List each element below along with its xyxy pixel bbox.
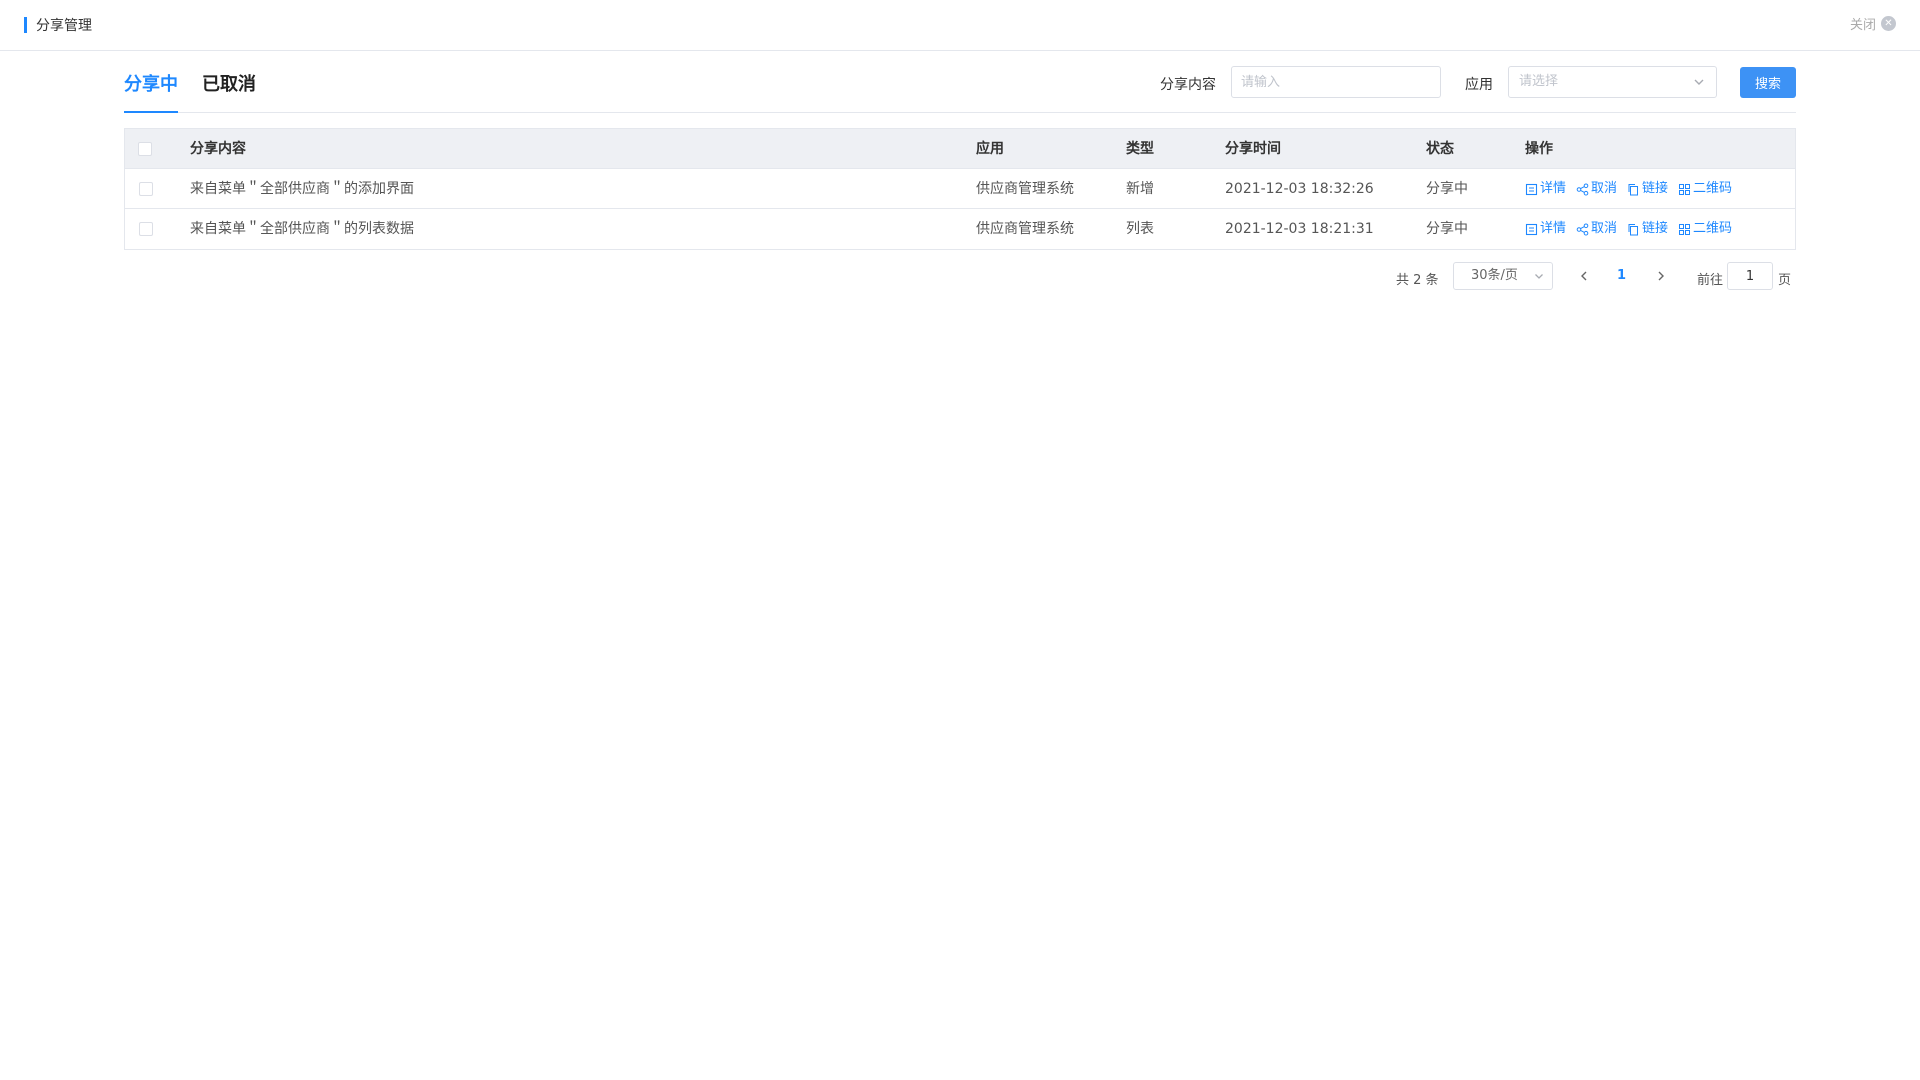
detail-link[interactable]: 详情 [1525,169,1566,209]
column-header-time: 分享时间 [1225,141,1281,157]
detail-link[interactable]: 详情 [1525,209,1566,249]
total-count: 共 2 条 [1396,273,1439,288]
close-icon[interactable]: ✕ [1881,16,1896,31]
page-title: 分享管理 [36,18,92,34]
column-header-actions: 操作 [1525,141,1553,157]
copy-link[interactable]: 链接 [1627,209,1668,249]
page-number-current[interactable]: 1 [1617,268,1626,283]
row-content: 来自菜单＂全部供应商＂的列表数据 [190,221,414,237]
title-accent-bar [24,17,27,33]
select-all-checkbox[interactable] [138,142,152,156]
cancel-label: 取消 [1591,181,1618,196]
close-button[interactable]: 关闭 ✕ [1850,14,1896,33]
detail-icon [1525,223,1538,235]
row-time: 2021-12-03 18:21:31 [1225,221,1374,237]
cancel-share-link[interactable]: 取消 [1576,169,1617,209]
row-app: 供应商管理系统 [976,221,1074,237]
page-size-value: 30条/页 [1471,268,1518,283]
app-filter-label: 应用 [1465,77,1493,93]
qrcode-link[interactable]: 二维码 [1678,169,1732,209]
link-label: 链接 [1642,181,1669,196]
chevron-down-icon [1694,79,1704,85]
row-status: 分享中 [1426,181,1468,197]
row-status: 分享中 [1426,221,1468,237]
link-label: 链接 [1642,221,1669,236]
row-type: 列表 [1126,221,1154,237]
row-time: 2021-12-03 18:32:26 [1225,181,1374,197]
detail-label: 详情 [1540,221,1567,236]
qrcode-label: 二维码 [1693,221,1733,236]
app-select[interactable]: 请选择 [1508,66,1717,98]
top-bar: 分享管理 关闭 ✕ [0,0,1920,51]
content-search-input[interactable] [1231,66,1441,98]
qrcode-icon [1679,223,1691,235]
tab-sharing[interactable]: 分享中 [124,70,178,113]
close-label: 关闭 [1849,18,1876,33]
table-row: 来自菜单＂全部供应商＂的列表数据 供应商管理系统 列表 2021-12-03 1… [125,209,1795,249]
cancel-label: 取消 [1591,221,1618,236]
row-app: 供应商管理系统 [976,181,1074,197]
copy-icon [1628,183,1639,195]
column-header-app: 应用 [976,141,1004,157]
goto-label: 前往 [1697,273,1724,288]
app-select-placeholder: 请选择 [1519,74,1559,89]
prev-page-icon[interactable] [1576,267,1592,285]
search-button[interactable]: 搜索 [1740,67,1796,98]
cancel-share-link[interactable]: 取消 [1576,209,1617,249]
detail-label: 详情 [1540,181,1567,196]
copy-link[interactable]: 链接 [1627,169,1668,209]
detail-icon [1525,183,1538,195]
page-size-select[interactable]: 30条/页 [1453,262,1553,290]
next-page-icon[interactable] [1653,267,1669,285]
share-icon [1576,183,1589,195]
goto-page-input[interactable] [1727,262,1773,290]
row-content: 来自菜单＂全部供应商＂的添加界面 [190,181,414,197]
share-table: 分享内容 应用 类型 分享时间 状态 操作 来自菜单＂全部供应商＂的添加界面 供… [124,128,1796,250]
qrcode-label: 二维码 [1693,181,1733,196]
column-header-type: 类型 [1126,141,1154,157]
row-type: 新增 [1126,181,1154,197]
row-actions: 详情 取消 链接 二维码 [1525,169,1732,209]
copy-icon [1628,223,1639,235]
content-filter-label: 分享内容 [1160,77,1216,93]
row-checkbox[interactable] [139,222,153,236]
row-actions: 详情 取消 链接 二维码 [1525,209,1732,249]
page-unit-label: 页 [1778,273,1792,288]
tab-cancelled[interactable]: 已取消 [202,70,256,113]
table-header: 分享内容 应用 类型 分享时间 状态 操作 [125,129,1795,169]
chevron-down-icon [1535,274,1543,279]
qrcode-icon [1679,183,1691,195]
share-icon [1576,223,1589,235]
pagination: 共 2 条 30条/页 1 前往 页 [0,262,1920,292]
row-checkbox[interactable] [139,182,153,196]
column-header-status: 状态 [1426,141,1454,157]
table-row: 来自菜单＂全部供应商＂的添加界面 供应商管理系统 新增 2021-12-03 1… [125,169,1795,209]
qrcode-link[interactable]: 二维码 [1678,209,1732,249]
column-header-content: 分享内容 [190,141,246,157]
